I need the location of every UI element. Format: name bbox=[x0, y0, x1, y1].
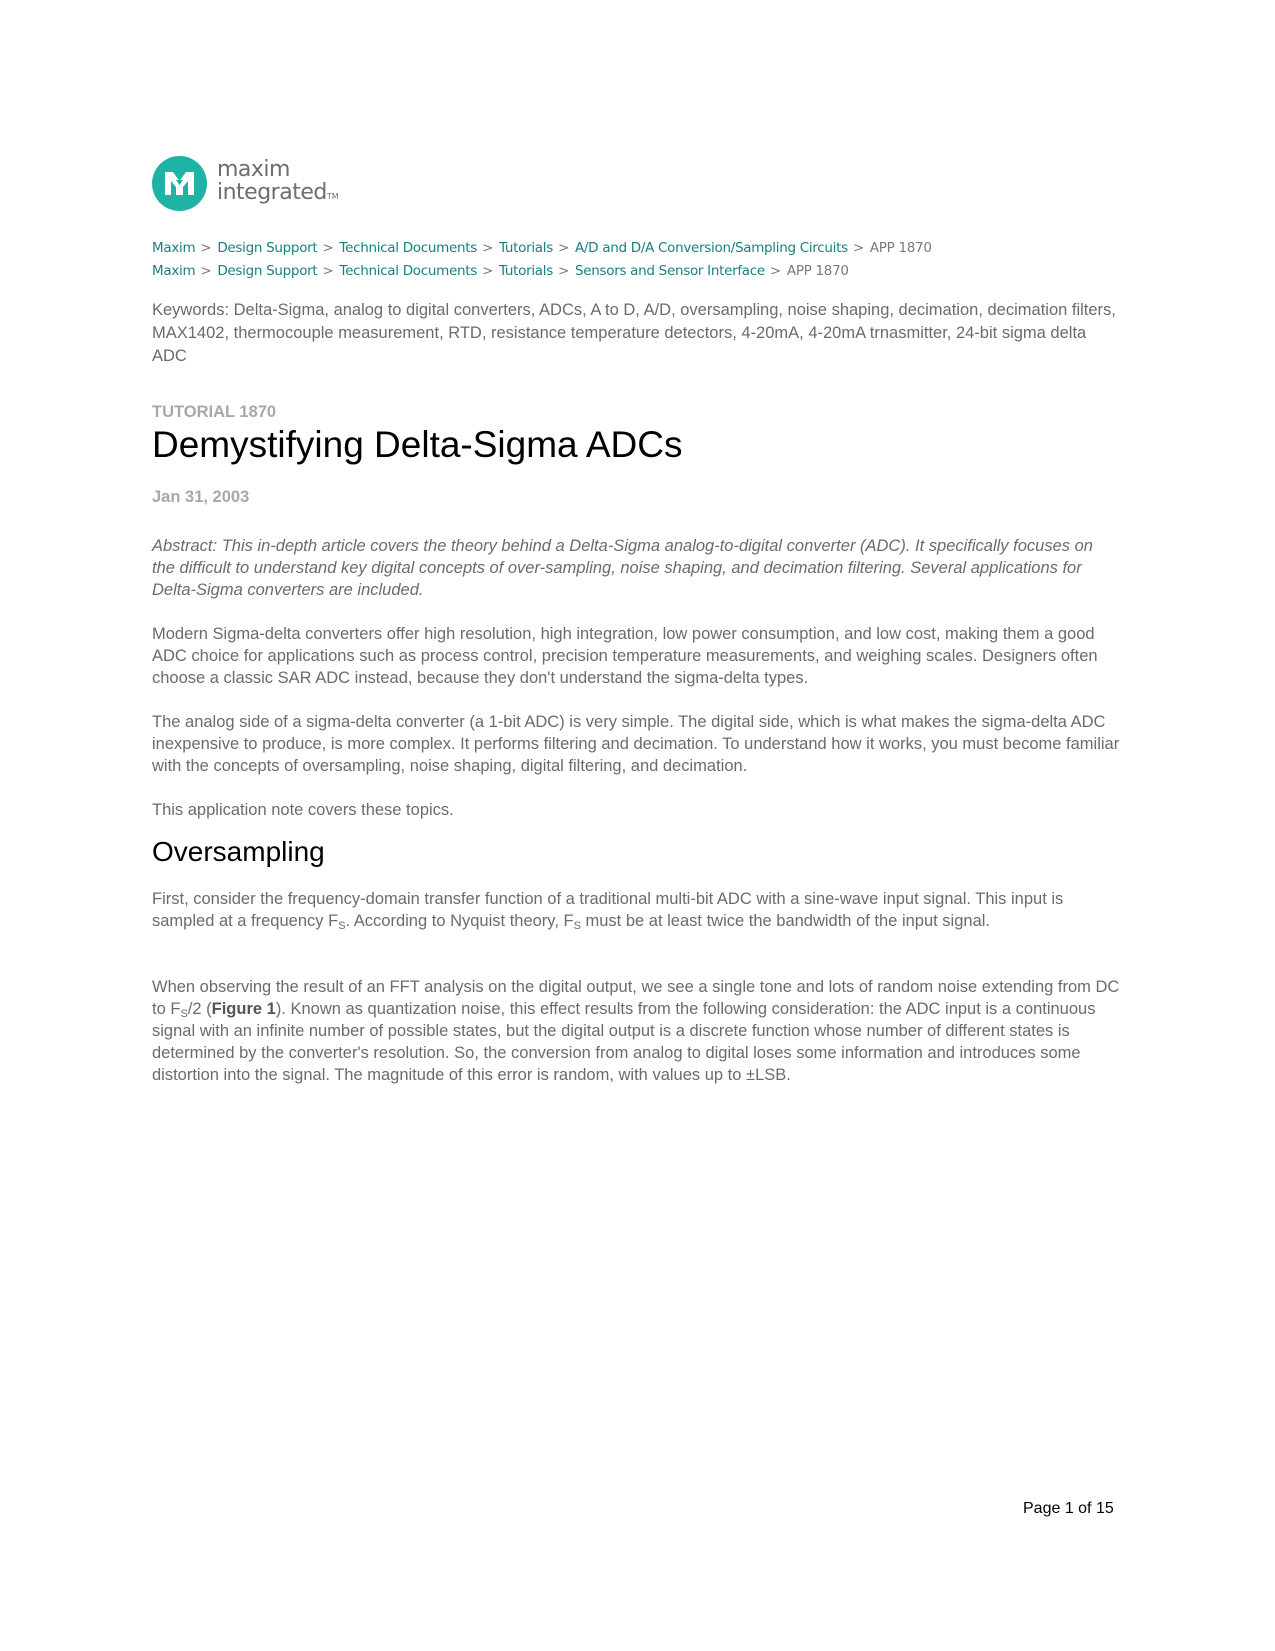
breadcrumb-separator: > bbox=[769, 263, 781, 279]
breadcrumb-separator: > bbox=[557, 263, 569, 279]
subscript: S bbox=[180, 1008, 188, 1020]
breadcrumb-link-category[interactable]: Sensors and Sensor Interface bbox=[575, 263, 765, 279]
breadcrumb-link-tutorials[interactable]: Tutorials bbox=[499, 240, 553, 256]
trademark-mark: TM bbox=[326, 192, 339, 201]
breadcrumb-link-technical-documents[interactable]: Technical Documents bbox=[339, 240, 477, 256]
logo-wordmark: maxim integratedTM bbox=[217, 158, 339, 208]
paragraph: The analog side of a sigma-delta convert… bbox=[152, 713, 1120, 775]
section-heading: Oversampling bbox=[152, 836, 325, 867]
breadcrumb-separator: > bbox=[322, 240, 334, 256]
breadcrumb-current: APP 1870 bbox=[869, 240, 932, 256]
tutorial-number: TUTORIAL 1870 bbox=[152, 403, 277, 421]
breadcrumb-separator: > bbox=[200, 263, 212, 279]
breadcrumb-separator: > bbox=[200, 240, 212, 256]
breadcrumb-link-category[interactable]: A/D and D/A Conversion/Sampling Circuits bbox=[575, 240, 848, 256]
maxim-logo-icon bbox=[152, 155, 207, 211]
subscript: S bbox=[338, 920, 346, 932]
maxim-integrated-logo[interactable]: maxim integratedTM bbox=[152, 154, 352, 212]
breadcrumb: Maxim > Design Support > Technical Documents… bbox=[152, 240, 1152, 256]
breadcrumb-separator: > bbox=[852, 240, 864, 256]
breadcrumb-link-design-support[interactable]: Design Support bbox=[217, 240, 317, 256]
abstract: Abstract: This in-depth article covers t… bbox=[152, 537, 1093, 599]
logo-line-1: maxim bbox=[217, 157, 290, 182]
breadcrumb-link-maxim[interactable]: Maxim bbox=[152, 263, 196, 279]
publish-date: Jan 31, 2003 bbox=[152, 488, 250, 506]
keywords: Keywords: Delta-Sigma, analog to digital… bbox=[152, 301, 1116, 365]
logo-line-2: integrated bbox=[217, 180, 327, 205]
breadcrumb-current: APP 1870 bbox=[786, 263, 849, 279]
breadcrumb-separator: > bbox=[322, 263, 334, 279]
text-run: ). Known as quantization noise, this eff… bbox=[152, 1000, 1096, 1084]
breadcrumb-link-tutorials[interactable]: Tutorials bbox=[499, 263, 553, 279]
breadcrumb-link-maxim[interactable]: Maxim bbox=[152, 240, 196, 256]
subscript: S bbox=[573, 920, 581, 932]
breadcrumb: Maxim > Design Support > Technical Documents… bbox=[152, 263, 1152, 279]
paragraph: When observing the result of an FFT anal… bbox=[152, 976, 1120, 1086]
breadcrumb-separator: > bbox=[557, 240, 569, 256]
breadcrumb-link-design-support[interactable]: Design Support bbox=[217, 263, 317, 279]
text-run: must be at least twice the bandwidth of … bbox=[580, 912, 991, 930]
paragraph: This application note covers these topic… bbox=[152, 801, 454, 819]
breadcrumb-separator: > bbox=[481, 240, 493, 256]
page-title: Demystifying Delta-Sigma ADCs bbox=[152, 424, 683, 465]
text-run: /2 ( bbox=[187, 1000, 212, 1018]
figure-reference: Figure 1 bbox=[211, 1000, 276, 1018]
page-number: Page 1 of 15 bbox=[1023, 1500, 1114, 1517]
breadcrumb-separator: > bbox=[481, 263, 493, 279]
paragraph: Modern Sigma-delta converters offer high… bbox=[152, 625, 1098, 687]
breadcrumb-link-technical-documents[interactable]: Technical Documents bbox=[339, 263, 477, 279]
text-run: . According to Nyquist theory, F bbox=[345, 912, 574, 930]
paragraph: First, consider the frequency-domain tra… bbox=[152, 888, 1120, 932]
